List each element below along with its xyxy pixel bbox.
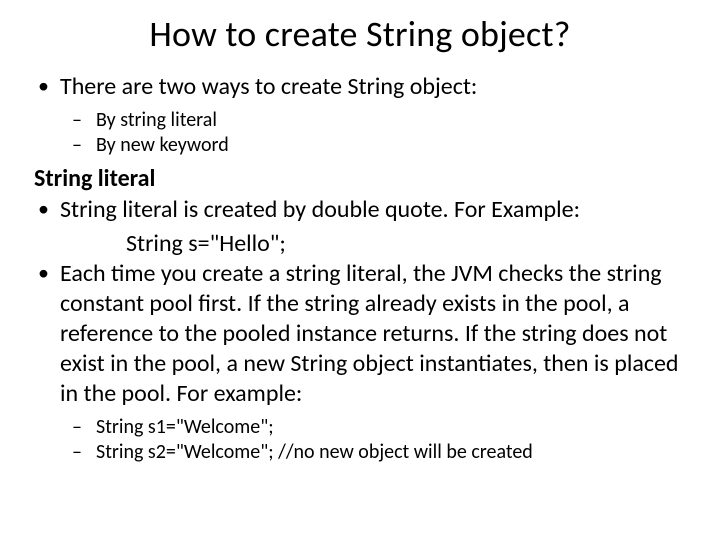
section-heading: String literal [30,164,690,193]
ways-list: By string literal By new keyword [30,108,690,158]
code-example: String s="Hello"; [30,229,690,259]
example-s1: String s1="Welcome"; [30,415,690,440]
slide-title: How to create String object? [30,12,690,56]
pool-explanation: Each time you create a string literal, t… [30,259,690,409]
examples-list: String s1="Welcome"; String s2="Welcome"… [30,415,690,465]
example-s2: String s2="Welcome"; //no new object wil… [30,440,690,465]
literal-definition: String literal is created by double quot… [30,195,690,225]
intro-bullet: There are two ways to create String obje… [30,72,690,102]
pool-list: Each time you create a string literal, t… [30,259,690,409]
content-list: There are two ways to create String obje… [30,72,690,102]
literal-list: String literal is created by double quot… [30,195,690,225]
way-new-keyword: By new keyword [30,133,690,158]
way-literal: By string literal [30,108,690,133]
